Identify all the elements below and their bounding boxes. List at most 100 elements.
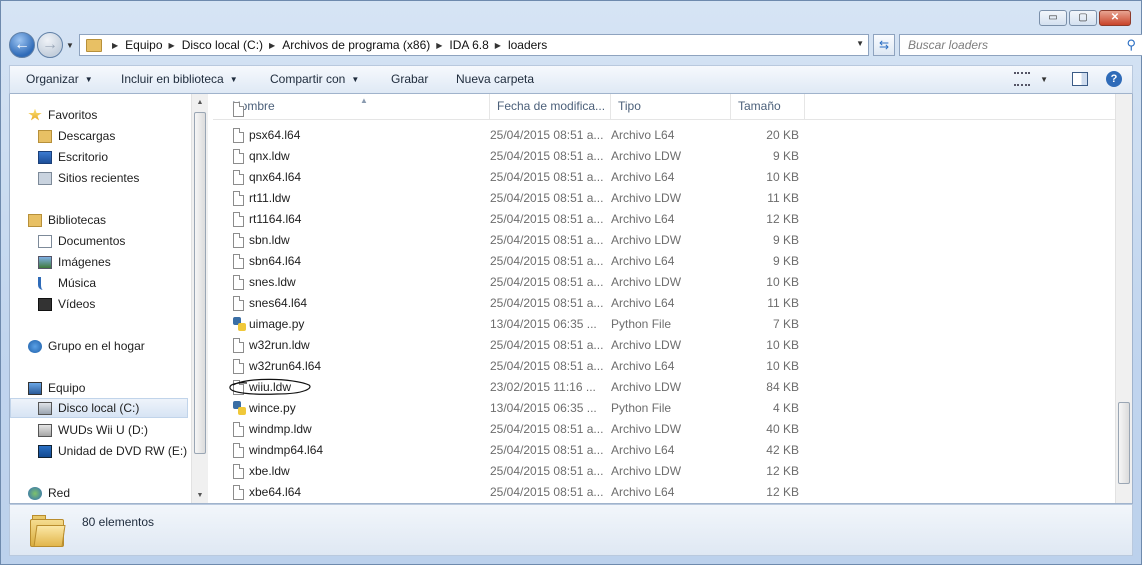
sidebar-item-grupo-en-el-hogar[interactable]: Grupo en el hogar xyxy=(10,336,145,356)
file-type: Archivo LDW xyxy=(611,233,682,247)
table-row[interactable]: snes.ldw 25/04/2015 08:51 a... Archivo LDW… xyxy=(213,272,813,293)
sidebar-item-m-sica[interactable]: Música xyxy=(10,273,96,293)
forward-button[interactable]: → xyxy=(37,32,63,58)
breadcrumb-arrow-icon[interactable]: ▶ xyxy=(112,41,118,50)
sidebar-item-label: Equipo xyxy=(48,381,86,395)
file-size: 9 KB xyxy=(772,149,799,163)
table-row[interactable]: xbe64.l64 25/04/2015 08:51 a... Archivo L6… xyxy=(213,482,813,503)
table-row[interactable]: rt11.ldw 25/04/2015 08:51 a... Archivo LDW… xyxy=(213,188,813,209)
table-row[interactable]: rt1164.l64 25/04/2015 08:51 a... Archivo L… xyxy=(213,209,813,230)
breadcrumb-equipo[interactable]: Equipo xyxy=(125,38,162,52)
table-row[interactable]: windmp.ldw 25/04/2015 08:51 a... Archivo L… xyxy=(213,419,813,440)
file-date: 25/04/2015 08:51 a... xyxy=(490,443,604,457)
preview-pane-icon[interactable] xyxy=(1072,72,1088,86)
close-button[interactable]: ✕ xyxy=(1099,10,1131,26)
sidebar-item-bibliotecas[interactable]: Bibliotecas xyxy=(10,210,106,230)
file-name: xbe64.l64 xyxy=(249,485,302,499)
sidebar-item-equipo[interactable]: Equipo xyxy=(10,378,85,398)
breadcrumb-arrow-icon[interactable]: ▶ xyxy=(169,41,175,50)
table-row[interactable]: uimage.py 13/04/2015 06:35 ... Python File… xyxy=(213,314,813,335)
search-input[interactable] xyxy=(908,38,1118,52)
table-row[interactable]: w32run.ldw 25/04/2015 08:51 a... Archivo L… xyxy=(213,335,813,356)
sidebar-item-descargas[interactable]: Descargas xyxy=(10,126,115,146)
navigation-scrollbar[interactable]: ▲ ▼ xyxy=(191,94,208,503)
table-row-partial[interactable] xyxy=(213,102,813,120)
table-row[interactable]: psx64.l64 25/04/2015 08:51 a... Archivo L6… xyxy=(213,125,813,146)
breadcrumb-arrow-icon[interactable]: ▶ xyxy=(436,41,442,50)
back-button[interactable]: ← xyxy=(9,32,35,58)
change-view-icon[interactable] xyxy=(1014,72,1031,86)
scrollbar-thumb[interactable] xyxy=(194,112,206,454)
table-row[interactable]: sbn64.l64 25/04/2015 08:51 a... Archivo L6… xyxy=(213,251,813,272)
burn-button[interactable]: Grabar xyxy=(391,72,428,86)
table-row[interactable]: qnx.ldw 25/04/2015 08:51 a... Archivo LDW 9… xyxy=(213,146,813,167)
file-type: Archivo LDW xyxy=(611,191,682,205)
maximize-button[interactable]: ▢ xyxy=(1069,10,1097,26)
table-row[interactable]: windmp64.l64 25/04/2015 08:51 a... Archivo… xyxy=(213,440,813,461)
file-name: w32run64.l64 xyxy=(249,359,322,373)
scroll-up-icon[interactable]: ▲ xyxy=(192,94,208,110)
file-type: Archivo L64 xyxy=(611,254,675,268)
sidebar-item-sitios-recientes[interactable]: Sitios recientes xyxy=(10,168,139,188)
sidebar-item-documentos[interactable]: Documentos xyxy=(10,231,125,251)
sidebar-item-wuds-wii-u-d[interactable]: WUDs Wii U (D:) xyxy=(10,420,148,440)
include-in-library-button[interactable]: Incluir en biblioteca ▼ xyxy=(121,72,238,86)
local-disk-icon xyxy=(38,401,52,415)
table-row[interactable]: xbe.ldw 25/04/2015 08:51 a... Archivo LDW 1… xyxy=(213,461,813,482)
scroll-down-icon[interactable]: ▼ xyxy=(192,487,208,503)
table-row[interactable]: sbn.ldw 25/04/2015 08:51 a... Archivo LDW 9… xyxy=(213,230,813,251)
breadcrumb-ida[interactable]: IDA 6.8 xyxy=(449,38,488,52)
sidebar-item-favoritos[interactable]: Favoritos xyxy=(10,105,97,125)
address-bar[interactable]: ▶ Equipo ▶ Disco local (C:) ▶ Archivos d… xyxy=(79,34,869,56)
breadcrumb-arrow-icon[interactable]: ▶ xyxy=(495,41,501,50)
breadcrumb-arrow-icon[interactable]: ▶ xyxy=(269,41,275,50)
chevron-down-icon[interactable]: ▼ xyxy=(1040,75,1048,84)
file-name: qnx.ldw xyxy=(249,149,290,163)
file-date: 25/04/2015 08:51 a... xyxy=(490,464,604,478)
file-size: 12 KB xyxy=(766,464,799,478)
table-row[interactable]: wince.py 13/04/2015 06:35 ... Python File 4… xyxy=(213,398,813,419)
network-icon xyxy=(28,486,42,500)
file-icon xyxy=(233,212,244,227)
organize-button[interactable]: Organizar ▼ xyxy=(26,72,93,86)
file-name: xbe.ldw xyxy=(249,464,290,478)
history-dropdown-icon[interactable]: ▼ xyxy=(66,41,74,50)
table-row[interactable]: w32run64.l64 25/04/2015 08:51 a... Archivo… xyxy=(213,356,813,377)
table-row[interactable]: snes64.l64 25/04/2015 08:51 a... Archivo L… xyxy=(213,293,813,314)
minimize-button[interactable]: ▭ xyxy=(1039,10,1067,26)
scrollbar-thumb[interactable] xyxy=(1118,402,1130,484)
file-icon xyxy=(233,422,244,437)
music-icon xyxy=(38,276,52,290)
sidebar-item-label: Música xyxy=(58,276,97,290)
file-size: 11 KB xyxy=(767,296,799,310)
table-row[interactable]: wiiu.ldw 23/02/2015 11:16 ... Archivo LDW 8… xyxy=(213,377,813,398)
sidebar-item-unidad-de-dvd-rw-e-b[interactable]: Unidad de DVD RW (E:) B xyxy=(10,441,199,461)
main-area: Favoritos Descargas Escritorio Sitios recie… xyxy=(9,94,1133,504)
breadcrumb-program-files[interactable]: Archivos de programa (x86) xyxy=(282,38,430,52)
sidebar-item-label: WUDs Wii U (D:) xyxy=(58,423,148,437)
refresh-button[interactable]: ⇆ xyxy=(873,34,895,56)
breadcrumb-local-disk[interactable]: Disco local (C:) xyxy=(182,38,263,52)
file-icon xyxy=(233,170,244,185)
table-row[interactable]: qnx64.l64 25/04/2015 08:51 a... Archivo L6… xyxy=(213,167,813,188)
sidebar-item-v-deos[interactable]: Vídeos xyxy=(10,294,95,314)
file-date: 13/04/2015 06:35 ... xyxy=(490,401,597,415)
file-size: 20 KB xyxy=(766,128,799,142)
new-folder-button[interactable]: Nueva carpeta xyxy=(456,72,534,86)
share-with-button[interactable]: Compartir con ▼ xyxy=(270,72,359,86)
file-list-scrollbar[interactable] xyxy=(1115,94,1132,503)
sidebar-item-red[interactable]: Red xyxy=(10,483,70,503)
breadcrumb-loaders[interactable]: loaders xyxy=(508,38,547,52)
sidebar-item-label: Descargas xyxy=(58,129,116,143)
breadcrumb: ▶ Equipo ▶ Disco local (C:) ▶ Archivos d… xyxy=(106,38,547,52)
file-icon xyxy=(233,443,244,458)
file-type: Archivo LDW xyxy=(611,464,682,478)
help-icon[interactable]: ? xyxy=(1106,71,1122,87)
search-box[interactable]: ⚲ xyxy=(899,34,1142,56)
sidebar-item-disco-local-c[interactable]: Disco local (C:) xyxy=(10,398,188,418)
address-dropdown-icon[interactable]: ▼ xyxy=(856,39,864,48)
sidebar-item-escritorio[interactable]: Escritorio xyxy=(10,147,108,167)
sidebar-item-im-genes[interactable]: Imágenes xyxy=(10,252,111,272)
search-icon[interactable]: ⚲ xyxy=(1126,37,1136,53)
python-file-icon xyxy=(233,317,246,331)
